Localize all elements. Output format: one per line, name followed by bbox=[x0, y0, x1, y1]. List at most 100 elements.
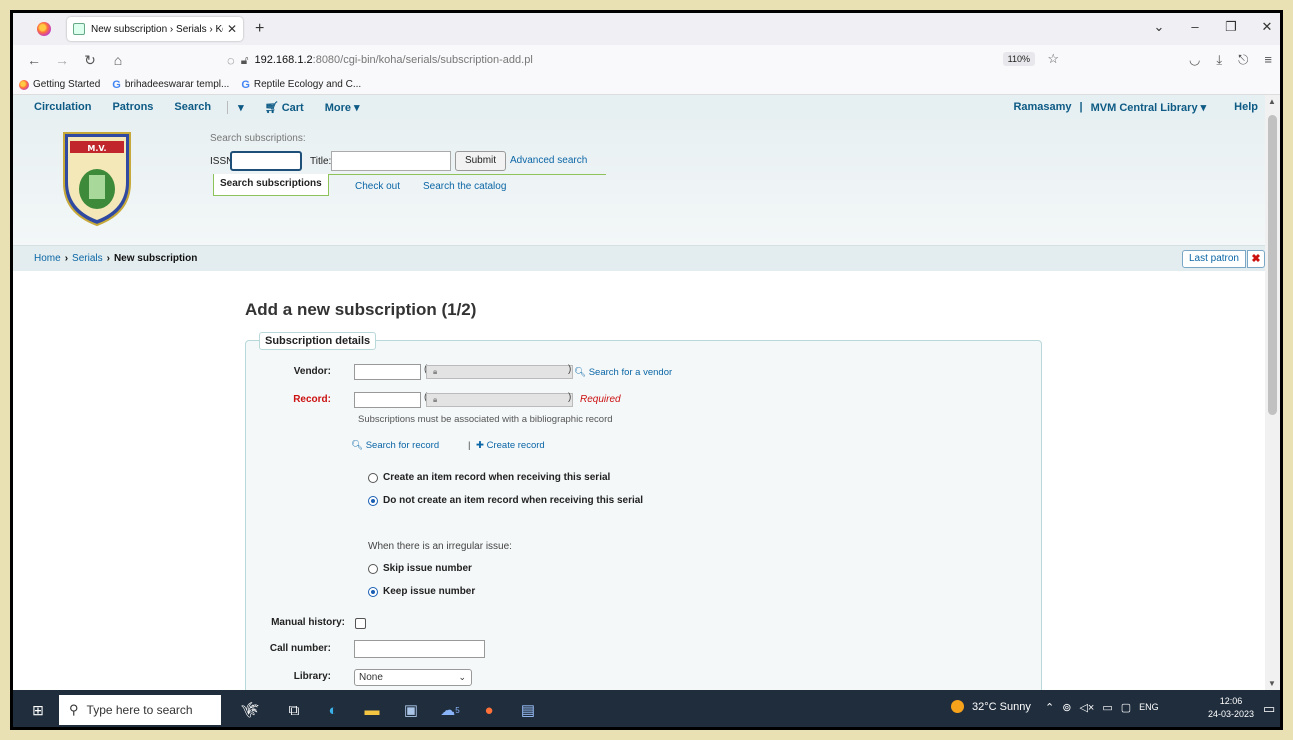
url-bar[interactable]: ◌ 🔓︎ 192.168.1.2 :8080/cgi-bin/koha/seri… bbox=[227, 49, 1077, 71]
tray-chevron-icon[interactable]: ⌃ bbox=[1045, 701, 1054, 714]
tab-search-catalog[interactable]: Search the catalog bbox=[423, 181, 506, 192]
create-record-link[interactable]: ✚ Create record bbox=[476, 440, 545, 451]
bookmark-reptile[interactable]: G Reptile Ecology and C... bbox=[241, 79, 361, 91]
language-indicator[interactable]: ENG bbox=[1139, 702, 1159, 714]
page-title: Add a new subscription (1/2) bbox=[245, 300, 477, 319]
radio-keep-issue[interactable]: Keep issue number bbox=[368, 586, 475, 597]
radio-keep-issue-control[interactable] bbox=[368, 586, 378, 597]
zoom-level-badge[interactable]: 110% bbox=[1002, 52, 1035, 66]
restore-icon[interactable]: ❐ bbox=[1224, 19, 1238, 35]
firefox-icon[interactable] bbox=[37, 22, 51, 36]
user-menu: Ramasamy | MVM Central Library ▾ Help bbox=[1013, 101, 1258, 114]
search-vendor-link[interactable]: 🔍︎ Search for a vendor bbox=[574, 367, 672, 378]
scroll-up-icon[interactable]: ▲ bbox=[1268, 97, 1276, 106]
help-link[interactable]: Help bbox=[1234, 101, 1258, 114]
submit-button[interactable]: Submit bbox=[455, 151, 506, 171]
koha-top-menu: Circulation Patrons Search ▾ 🛒︎ Cart Mor… bbox=[13, 95, 1268, 119]
notification-icon[interactable]: ▭ bbox=[1263, 701, 1275, 717]
close-window-icon[interactable]: ✕ bbox=[1260, 19, 1274, 35]
paren-close: ) bbox=[568, 392, 572, 403]
scrollbar-thumb[interactable] bbox=[1268, 115, 1277, 415]
search-record-link[interactable]: 🔍︎ Search for record bbox=[351, 440, 439, 451]
browser-tab-bar: New subscription › Serials › Koh ✕ + ⌄ –… bbox=[13, 13, 1280, 45]
breadcrumb-home[interactable]: Home bbox=[34, 253, 61, 264]
plus-icon: ✚ bbox=[476, 440, 484, 451]
manual-history-label: Manual history: bbox=[271, 617, 345, 628]
radio-create-item-control[interactable] bbox=[368, 472, 378, 483]
weather-text: 32°C Sunny bbox=[972, 700, 1031, 713]
library-menu[interactable]: MVM Central Library ▾ bbox=[1091, 101, 1207, 114]
radio-no-create-item-control[interactable] bbox=[368, 495, 378, 506]
back-icon[interactable]: ← bbox=[27, 52, 41, 68]
radio-skip-issue-control[interactable] bbox=[368, 563, 378, 574]
taskbar-search-box[interactable]: ⚲ Type here to search bbox=[59, 695, 221, 725]
windows-start-icon[interactable]: ⊞ bbox=[23, 702, 53, 719]
document-app-icon[interactable]: ▤ bbox=[513, 695, 543, 725]
bookmark-star-icon[interactable]: ☆ bbox=[1047, 51, 1059, 67]
radio-skip-issue[interactable]: Skip issue number bbox=[368, 563, 472, 574]
weather-widget[interactable]: 32°C Sunny bbox=[951, 700, 1031, 713]
menu-search[interactable]: Search bbox=[174, 101, 211, 113]
issn-input[interactable] bbox=[230, 151, 302, 171]
firefox-bookmark-icon bbox=[19, 79, 29, 90]
url-host: 192.168.1.2 bbox=[254, 54, 313, 66]
radio-no-create-item[interactable]: Do not create an item record when receiv… bbox=[368, 495, 643, 506]
clock[interactable]: 12:06 24-03-2023 bbox=[1208, 695, 1254, 721]
home-icon[interactable]: ⌂ bbox=[111, 52, 125, 68]
display-icon[interactable]: ▭ bbox=[1102, 701, 1112, 714]
title-input[interactable] bbox=[331, 151, 451, 171]
edge-icon[interactable]: ◐ bbox=[318, 695, 348, 725]
network-icon[interactable]: ⊚ bbox=[1062, 701, 1071, 714]
menu-cart[interactable]: 🛒︎ Cart bbox=[265, 101, 304, 114]
photos-icon[interactable]: ☁ 5 bbox=[435, 695, 465, 725]
radio-create-item[interactable]: Create an item record when receiving thi… bbox=[368, 472, 610, 483]
advanced-search-link[interactable]: Advanced search bbox=[510, 155, 587, 166]
volume-icon[interactable]: ◁× bbox=[1079, 701, 1094, 714]
browser-tab[interactable]: New subscription › Serials › Koh ✕ bbox=[67, 17, 243, 41]
new-tab-button[interactable]: + bbox=[255, 20, 264, 38]
menu-more[interactable]: More ▾ bbox=[325, 101, 360, 114]
menu-patrons[interactable]: Patrons bbox=[112, 101, 153, 113]
bookmarks-bar: Getting Started Gbrihadeeswarar templ...… bbox=[13, 75, 1280, 95]
pocket-icon[interactable]: ◡ bbox=[1189, 52, 1200, 68]
last-patron-button[interactable]: Last patron bbox=[1181, 250, 1246, 268]
scroll-down-icon[interactable]: ▼ bbox=[1268, 679, 1276, 688]
subscription-details-fieldset: Subscription details Vendor: ( 🔒︎ ) 🔍︎ S… bbox=[245, 332, 1042, 690]
search-subscriptions-heading: Search subscriptions: bbox=[210, 133, 306, 144]
menu-circulation[interactable]: Circulation bbox=[34, 101, 91, 113]
page-scrollbar[interactable]: ▲ ▼ bbox=[1265, 95, 1280, 690]
tab-search-subscriptions[interactable]: Search subscriptions bbox=[213, 174, 329, 196]
library-label: Library: bbox=[293, 671, 331, 682]
vendor-id-input[interactable] bbox=[354, 364, 421, 380]
logged-in-user[interactable]: Ramasamy bbox=[1013, 101, 1071, 114]
call-number-input[interactable] bbox=[354, 640, 485, 658]
tab-check-out[interactable]: Check out bbox=[355, 181, 400, 192]
manual-history-checkbox[interactable] bbox=[355, 618, 366, 629]
extensions-icon[interactable]: ⎋ bbox=[1238, 52, 1248, 68]
search-highlight-icon[interactable]: 🌾︎ bbox=[230, 695, 270, 725]
record-id-input[interactable] bbox=[354, 392, 421, 408]
file-explorer-icon[interactable]: ▬ bbox=[357, 695, 387, 725]
tracking-shield-icon[interactable]: ◌ bbox=[227, 53, 235, 68]
radio-create-item-label: Create an item record when receiving thi… bbox=[383, 472, 611, 483]
reload-icon[interactable]: ↻ bbox=[83, 52, 97, 69]
library-select[interactable]: None ⌄ bbox=[354, 669, 472, 686]
bookmark-getting-started[interactable]: Getting Started bbox=[19, 79, 100, 90]
library-logo: M.V. bbox=[63, 132, 131, 227]
minimize-icon[interactable]: – bbox=[1188, 19, 1202, 35]
tab-close-icon[interactable]: ✕ bbox=[227, 22, 237, 36]
menu-icon[interactable]: ≡ bbox=[1264, 52, 1272, 68]
tab-list-chevron-icon[interactable]: ⌄ bbox=[1152, 19, 1166, 35]
ime-icon[interactable]: ▢ bbox=[1121, 701, 1131, 714]
insecure-lock-icon[interactable]: 🔓︎ bbox=[241, 53, 249, 68]
download-icon[interactable]: ⤓ bbox=[1216, 52, 1222, 68]
clear-last-patron-icon[interactable]: ✖ bbox=[1247, 250, 1265, 268]
forward-icon[interactable]: → bbox=[55, 52, 69, 68]
title-label: Title: bbox=[310, 156, 332, 167]
bookmark-brihadeeswarar[interactable]: Gbrihadeeswarar templ... bbox=[112, 79, 229, 91]
firefox-taskbar-icon[interactable]: ● bbox=[474, 695, 504, 725]
task-view-icon[interactable]: ⧉ bbox=[279, 695, 309, 725]
store-icon[interactable]: ▣ bbox=[396, 695, 426, 725]
search-dropdown-caret[interactable]: ▾ bbox=[227, 100, 244, 114]
breadcrumb-serials[interactable]: Serials bbox=[72, 253, 103, 264]
